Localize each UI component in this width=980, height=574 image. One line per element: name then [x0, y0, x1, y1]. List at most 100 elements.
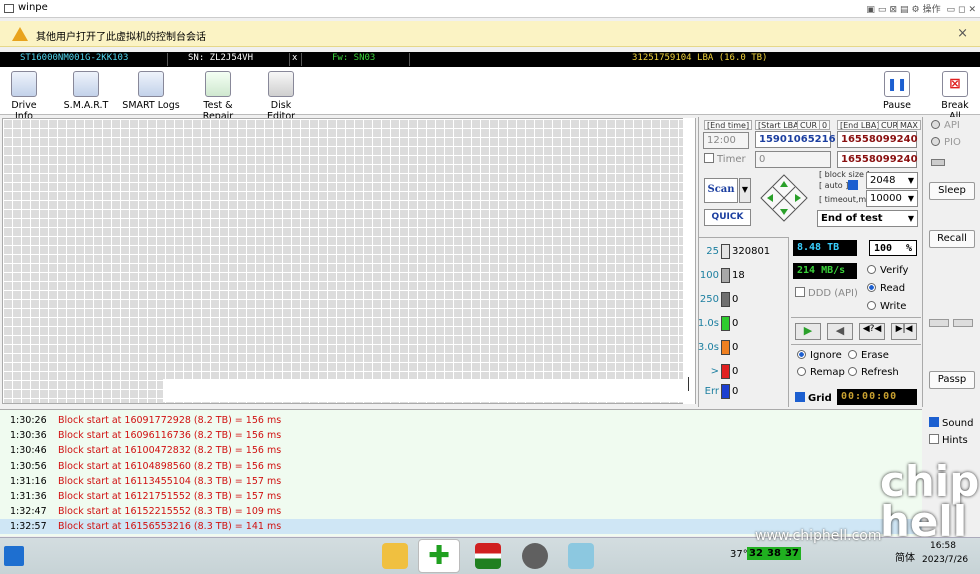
log-row[interactable]: 1:30:46 Block start at 16100472832 (8.2 T… — [0, 443, 922, 458]
log-row[interactable]: 1:31:16 Block start at 16113455104 (8.3 T… — [0, 474, 922, 489]
close-icon[interactable]: × — [957, 26, 968, 41]
end-time-label: [End time] — [704, 120, 753, 130]
smart-logs-button[interactable]: SMART Logs — [122, 71, 180, 111]
ignore-radio[interactable]: Ignore — [797, 350, 842, 361]
notes-icon[interactable] — [568, 543, 594, 569]
scan-button[interactable]: Scan — [704, 178, 738, 203]
verify-radio[interactable]: Verify — [867, 265, 908, 276]
log-row[interactable]: 1:30:26 Block start at 16091772928 (8.2 T… — [0, 413, 922, 428]
api-radio[interactable]: API — [931, 120, 960, 131]
end-max-button[interactable]: MAX — [897, 120, 921, 130]
event-log[interactable]: 1:30:26 Block start at 16091772928 (8.2 T… — [0, 409, 922, 536]
maximize-icon[interactable]: ◻ — [958, 5, 965, 15]
log-message: Block start at 16121751552 (8.3 TB) = 15… — [58, 491, 282, 502]
elapsed-clock: 00:00:00 — [837, 389, 917, 405]
pause-icon: ❚❚ — [884, 71, 910, 97]
auto-checkbox[interactable] — [848, 180, 861, 192]
exit-icon[interactable]: ✕ — [968, 5, 976, 15]
end-lba-label: [End LBA] — [837, 120, 883, 130]
test-repair-button[interactable]: Test & Repair — [187, 71, 249, 122]
write-radio[interactable]: Write — [867, 301, 906, 312]
latency-swatch — [721, 364, 730, 379]
remap-radio[interactable]: Remap — [797, 367, 845, 378]
latency-swatch — [721, 292, 730, 307]
hints-checkbox[interactable]: Hints — [929, 434, 968, 446]
ime-indicator[interactable]: 简体 — [895, 549, 915, 564]
smart-button[interactable]: S.M.A.R.T — [62, 71, 110, 111]
grid-checkbox[interactable]: Grid — [795, 392, 832, 404]
small-button-2[interactable] — [953, 319, 973, 327]
direction-pad[interactable] — [759, 173, 809, 223]
end-time-input[interactable]: 12:00 — [703, 132, 749, 149]
refresh-radio[interactable]: Refresh — [848, 367, 899, 378]
timer-input[interactable]: 0 — [755, 151, 831, 168]
close-window-icon[interactable]: ⊠ — [889, 5, 897, 15]
latency-count: 320801 — [732, 246, 771, 257]
latency-label: 250 — [699, 294, 719, 305]
passp-button[interactable]: Passp — [929, 371, 975, 389]
log-time: 1:32:57 — [10, 521, 47, 533]
restore-icon[interactable]: ▣ — [866, 5, 875, 15]
clock-date: 2023/7/26 — [922, 555, 969, 565]
small-button-1[interactable] — [929, 319, 949, 327]
log-row[interactable]: 1:31:36 Block start at 16121751552 (8.3 T… — [0, 489, 922, 504]
latency-label: 1.0s — [697, 318, 719, 329]
start-cur-button[interactable]: CUR — [797, 120, 820, 130]
window-controls[interactable]: ▣ ▭ ⊠ ▤ ⚙ 操作 ▭ ◻ ✕ — [863, 2, 976, 15]
app-icon-2[interactable] — [475, 543, 501, 569]
back-button[interactable]: ◀ — [827, 323, 853, 340]
log-row[interactable]: 1:32:47 Block start at 16152215552 (8.3 T… — [0, 504, 922, 519]
read-radio[interactable]: Read — [867, 283, 905, 294]
end-action-select[interactable]: End of test ▼ — [817, 210, 918, 227]
disk-editor-button[interactable]: Disk Editor — [257, 71, 305, 122]
drive-model[interactable]: ST16000NM001G-2KK103 — [0, 53, 167, 66]
drive-sep: x — [289, 53, 301, 66]
latency-label: Err — [704, 386, 719, 397]
window-title: winpe — [18, 2, 48, 13]
gear-icon[interactable]: ⚙ — [912, 5, 920, 15]
auto-label: [ auto ] — [819, 181, 849, 190]
log-message: Block start at 16152215552 (8.3 TB) = 10… — [58, 506, 282, 518]
timer-checkbox[interactable]: Timer — [704, 153, 746, 165]
pio-radio[interactable]: PIO — [931, 137, 961, 148]
log-message: Block start at 16091772928 (8.2 TB) = 15… — [58, 415, 282, 426]
seek-button[interactable]: ◀?◀ — [859, 323, 885, 340]
end-button[interactable]: ▶|◀ — [891, 323, 917, 340]
temp-readout: 37° — [730, 549, 748, 560]
timeout-select[interactable]: 10000 ▼ — [866, 190, 918, 207]
end-lba-input[interactable]: 16558099240 — [837, 131, 918, 148]
scan-cursor — [688, 377, 689, 391]
sound-checkbox[interactable]: Sound — [929, 417, 974, 429]
temp-1: 32 — [747, 547, 765, 560]
scan-dropdown[interactable]: ▼ — [739, 178, 751, 203]
recall-button[interactable]: Recall — [929, 230, 975, 248]
right-controls: API PIO Sleep Recall Passp — [922, 117, 980, 407]
start-icon[interactable] — [4, 546, 24, 566]
play-button[interactable]: ▶ — [795, 323, 821, 340]
latency-swatch — [721, 244, 730, 259]
block-size-select[interactable]: 2048 ▼ — [866, 172, 918, 189]
pause-button[interactable]: ❚❚ Pause — [880, 71, 914, 111]
ddd-checkbox[interactable]: DDD (API) — [795, 287, 858, 299]
folder-icon[interactable] — [382, 543, 408, 569]
mode-indicator — [931, 159, 945, 166]
latency-count: 0 — [732, 386, 739, 397]
latency-count: 0 — [732, 294, 739, 305]
drive-bar: ST16000NM001G-2KK103 SN: ZL2J54VH x Fw: … — [0, 52, 980, 67]
minimize-icon[interactable]: ▭ — [878, 5, 887, 15]
quick-button[interactable]: QUICK — [704, 209, 751, 226]
disk-icon[interactable] — [522, 543, 548, 569]
erase-radio[interactable]: Erase — [848, 350, 889, 361]
start-zero-button[interactable]: 0 — [819, 120, 831, 130]
end-lba-display[interactable]: 16558099240 — [837, 151, 918, 168]
drive-info-button[interactable]: Drive Info — [3, 71, 45, 122]
log-row[interactable]: 1:30:56 Block start at 16104898560 (8.2 T… — [0, 459, 922, 474]
hdd-app-icon[interactable]: ✚ — [418, 539, 460, 573]
sleep-button[interactable]: Sleep — [929, 182, 975, 200]
log-time: 1:32:47 — [10, 506, 47, 518]
log-row[interactable]: 1:30:36 Block start at 16096116736 (8.2 T… — [0, 428, 922, 443]
latency-label: 3.0s — [697, 342, 719, 353]
start-lba-input[interactable]: 15901065216 — [755, 131, 836, 148]
operate-menu[interactable]: 操作 — [923, 5, 941, 15]
break-all-button[interactable]: ⊠Break All — [934, 71, 976, 122]
